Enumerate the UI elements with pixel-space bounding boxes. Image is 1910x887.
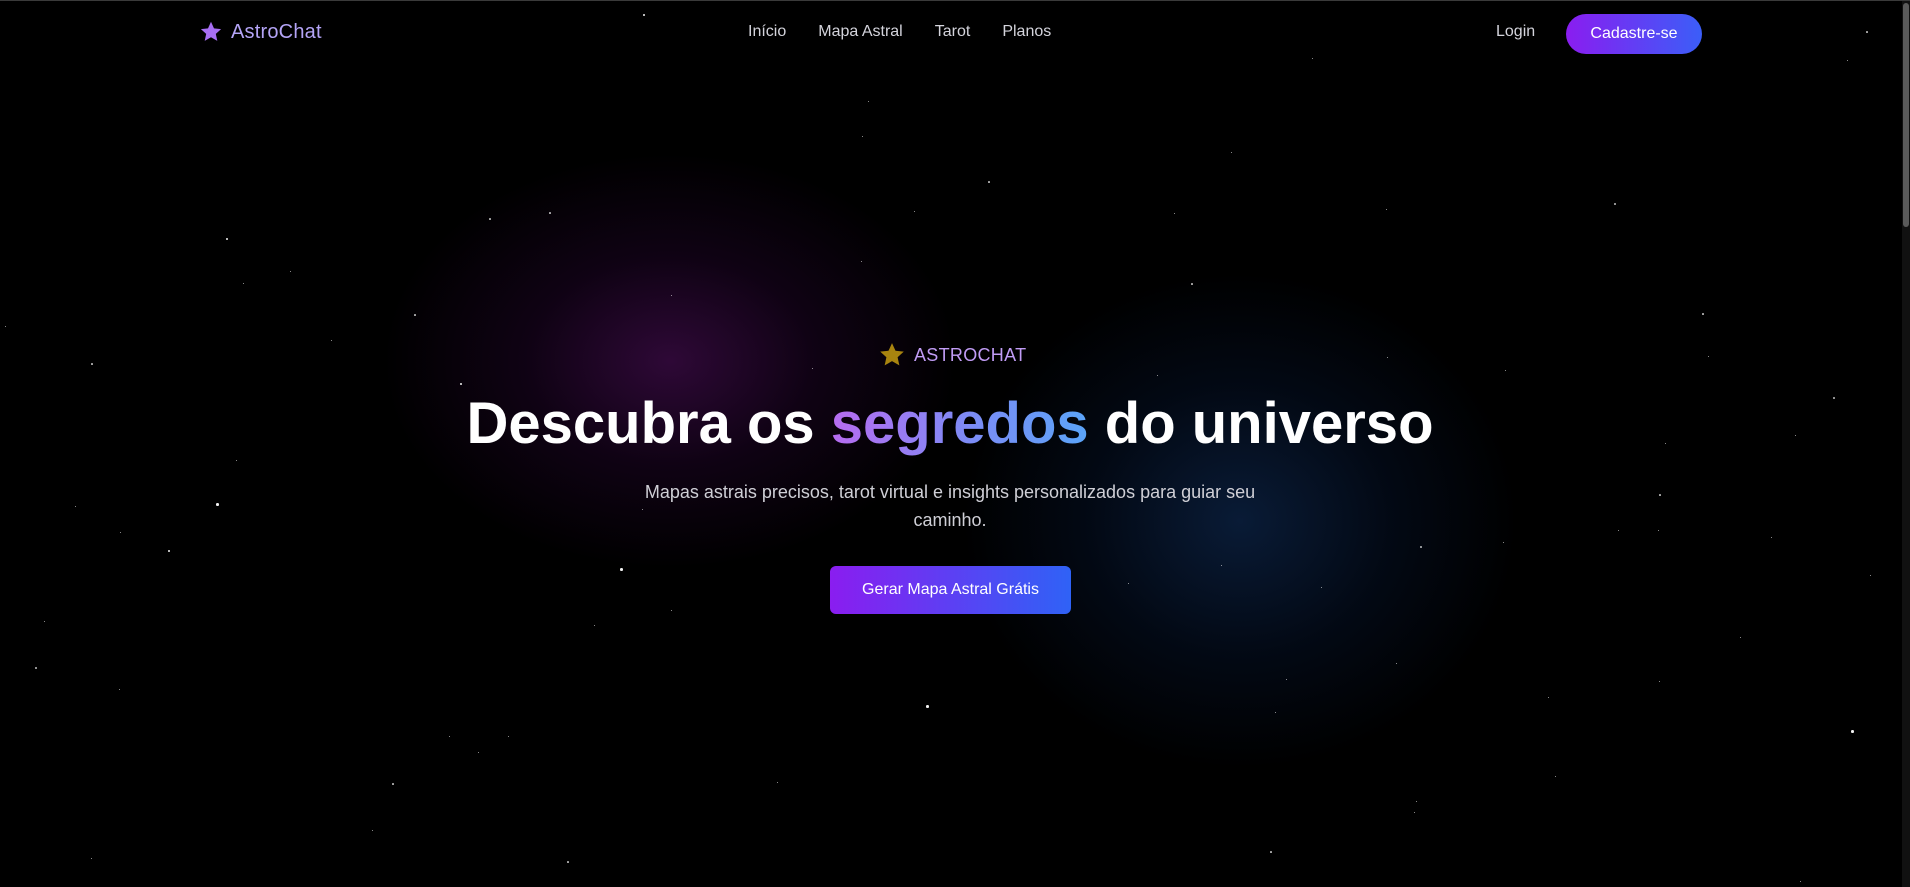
scrollbar[interactable] xyxy=(1902,1,1910,887)
star-dot xyxy=(372,830,373,831)
headline-end: do universo xyxy=(1104,391,1434,456)
star-dot xyxy=(226,238,228,240)
star-dot xyxy=(1321,587,1322,588)
star-dot xyxy=(91,858,92,859)
star-dot xyxy=(1740,637,1741,638)
star-dot xyxy=(119,689,120,690)
star-dot xyxy=(1800,881,1802,883)
star-dot xyxy=(1870,575,1871,576)
star-dot xyxy=(35,667,37,669)
star-icon xyxy=(880,343,904,366)
star-dot xyxy=(243,283,245,285)
page: AstroChat Início Mapa Astral Tarot Plano… xyxy=(0,0,1910,887)
star-dot xyxy=(1275,712,1276,713)
hero-subtitle: Mapas astrais precisos, tarot virtual e … xyxy=(644,482,1256,530)
star-dot xyxy=(1618,530,1619,531)
star-dot xyxy=(168,550,170,552)
star-dot xyxy=(75,506,76,507)
star-dot xyxy=(290,271,291,272)
star-dot xyxy=(5,326,7,328)
star-dot xyxy=(1505,370,1506,371)
star-dot xyxy=(1174,213,1175,214)
star-dot xyxy=(671,610,672,611)
star-dot xyxy=(1702,313,1704,315)
brand-logo[interactable]: AstroChat xyxy=(199,20,322,44)
star-dot xyxy=(478,752,479,753)
star-dot xyxy=(812,368,813,369)
star-dot xyxy=(926,705,929,708)
star-dot xyxy=(392,783,394,785)
star-dot xyxy=(1221,565,1222,566)
star-dot xyxy=(236,460,237,461)
star-dot xyxy=(120,532,121,533)
star-icon xyxy=(200,21,222,41)
star-dot xyxy=(449,736,450,737)
nav-link-mapa-astral[interactable]: Mapa Astral xyxy=(818,23,902,41)
star-dot xyxy=(1416,801,1417,802)
headline-start: Descubra os xyxy=(466,391,815,456)
star-dot xyxy=(508,736,509,737)
star-dot xyxy=(1503,542,1504,543)
star-dot xyxy=(1614,203,1616,205)
nav-link-tarot[interactable]: Tarot xyxy=(935,23,971,41)
star-dot xyxy=(1157,375,1159,377)
star-dot xyxy=(1555,776,1556,777)
star-dot xyxy=(1658,530,1660,532)
star-dot xyxy=(1414,812,1416,814)
star-dot xyxy=(331,340,332,341)
star-dot xyxy=(1387,357,1389,359)
star-dot xyxy=(1231,152,1232,153)
star-dot xyxy=(567,861,569,863)
star-dot xyxy=(1851,730,1854,733)
star-dot xyxy=(549,212,551,214)
star-dot xyxy=(216,503,219,506)
badge-text: ASTROCHAT xyxy=(914,344,1027,365)
star-dot xyxy=(489,218,491,220)
star-dot xyxy=(1396,663,1397,664)
nav-link-inicio[interactable]: Início xyxy=(748,23,786,41)
star-dot xyxy=(671,295,672,296)
navbar: AstroChat Início Mapa Astral Tarot Plano… xyxy=(0,1,1910,65)
star-dot xyxy=(914,211,915,212)
star-dot xyxy=(91,363,93,365)
star-dot xyxy=(777,782,778,783)
star-dot xyxy=(1191,283,1193,285)
star-dot xyxy=(1286,679,1287,680)
scrollbar-thumb[interactable] xyxy=(1903,3,1909,227)
star-dot xyxy=(414,314,416,316)
star-dot xyxy=(1659,494,1661,496)
login-link[interactable]: Login xyxy=(1496,23,1535,41)
generate-chart-button[interactable]: Gerar Mapa Astral Grátis xyxy=(830,566,1071,614)
star-dot xyxy=(1548,697,1549,698)
star-dot xyxy=(1128,583,1129,584)
nav-links: Início Mapa Astral Tarot Planos xyxy=(748,23,1051,41)
hero-headline: Descubra os segredos do universo xyxy=(0,389,1900,459)
star-dot xyxy=(1659,681,1660,682)
star-dot xyxy=(620,568,623,571)
star-dot xyxy=(460,383,462,385)
star-dot xyxy=(1420,546,1422,548)
star-dot xyxy=(1386,209,1387,210)
star-dot xyxy=(988,181,990,183)
headline-highlight: segredos xyxy=(830,391,1089,456)
star-dot xyxy=(594,625,596,627)
hero-badge: ASTROCHAT xyxy=(878,341,1026,369)
star-dot xyxy=(868,101,869,102)
star-dot xyxy=(1771,537,1772,538)
signup-button[interactable]: Cadastre-se xyxy=(1566,14,1702,54)
star-dot xyxy=(1270,851,1272,853)
star-dot xyxy=(44,621,45,622)
star-dot xyxy=(862,136,864,138)
nav-link-planos[interactable]: Planos xyxy=(1002,23,1051,41)
star-dot xyxy=(1708,356,1709,357)
brand-name: AstroChat xyxy=(231,20,322,43)
star-dot xyxy=(861,261,863,263)
